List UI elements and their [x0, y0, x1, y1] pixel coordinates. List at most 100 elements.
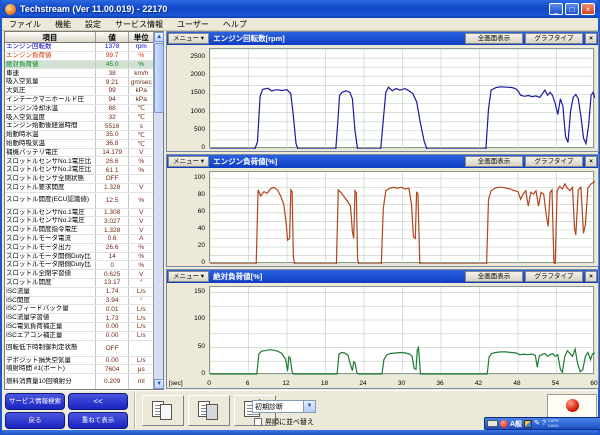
maximize-button[interactable]: □: [565, 3, 579, 15]
row-value: 0: [96, 261, 130, 269]
diagnosis-mode-dropdown[interactable]: 初期診断 ▼: [252, 400, 316, 413]
menu-item[interactable]: 設定: [78, 18, 108, 30]
menu-item[interactable]: サービス情報: [108, 18, 170, 30]
table-row[interactable]: スロットルセンサNo.2電圧比61.1%: [5, 166, 153, 175]
table-row[interactable]: エンジン回転数1378rpm: [5, 43, 153, 52]
overlay-display-button[interactable]: 重ねて表示: [68, 412, 128, 429]
menu-item[interactable]: 機能: [48, 18, 78, 30]
chart-plot-area: 020406080100: [167, 168, 598, 266]
row-unit: μs: [129, 365, 153, 373]
table-row[interactable]: エンジン始動後経過時間5516s: [5, 122, 153, 131]
row-value: 38: [96, 69, 130, 77]
table-row[interactable]: スロットルセンサ全閉状態OFF: [5, 175, 153, 184]
table-row[interactable]: スロットル全閉学習値0.625V: [5, 270, 153, 279]
sort-ascending-checkbox[interactable]: 昇順に並べ替え: [254, 417, 314, 427]
table-row[interactable]: スロットルモータ閉側Duty比0%: [5, 261, 153, 270]
chart-menu-button[interactable]: メニュー ▾: [168, 156, 209, 167]
table-row[interactable]: ISC電気負荷補正量0.00L/s: [5, 323, 153, 332]
table-row[interactable]: エンジン負荷値99.7%: [5, 52, 153, 61]
row-value: 35.0: [96, 131, 130, 139]
scroll-down-icon[interactable]: ▼: [154, 379, 164, 389]
table-row[interactable]: ISC開度3.94°: [5, 297, 153, 306]
ime-tools-icon[interactable]: [524, 420, 532, 428]
checkbox-box[interactable]: [254, 418, 262, 426]
chart-close-button[interactable]: ×: [585, 33, 597, 44]
table-row[interactable]: スロットルモータ開側Duty比14%: [5, 253, 153, 262]
table-row[interactable]: ISC流量学習値1.73L/s: [5, 314, 153, 323]
row-item-label: スロットルセンサNo.1電圧: [5, 209, 96, 217]
techstream-window: Techstream (Ver 11.00.019) - 22170 _ □ ×…: [0, 0, 600, 435]
y-axis-tick: 50: [169, 343, 205, 350]
table-row[interactable]: スロットルセンサNo.1電圧比26.6%: [5, 157, 153, 166]
data-list-view-button[interactable]: [142, 395, 184, 426]
chart-menu-button[interactable]: メニュー ▾: [168, 33, 209, 44]
chart-close-button[interactable]: ×: [585, 271, 597, 282]
table-row[interactable]: 始動時水温35.0℃: [5, 131, 153, 140]
table-row[interactable]: スロットルモータ出力26.6%: [5, 244, 153, 253]
row-value: 9.21: [96, 78, 130, 86]
table-row[interactable]: 補機バッテリ電圧14.179V: [5, 149, 153, 158]
chevron-down-icon[interactable]: ▼: [303, 401, 315, 412]
table-row[interactable]: ISCフィードバック量0.01L/s: [5, 305, 153, 314]
table-scrollbar[interactable]: ▲ ▼: [153, 32, 163, 389]
menu-item[interactable]: ユーザー: [170, 18, 216, 30]
menu-item[interactable]: ヘルプ: [216, 18, 254, 30]
scrollbar-thumb[interactable]: [154, 43, 164, 113]
ime-caps-kana[interactable]: CAPSKANA: [548, 419, 559, 428]
fullscreen-button[interactable]: 全画面表示: [465, 33, 523, 44]
ime-orb-icon[interactable]: [500, 420, 508, 428]
record-ball-icon[interactable]: [566, 399, 579, 412]
table-row[interactable]: 吸入空気温度32℃: [5, 113, 153, 122]
table-row[interactable]: スロットル開度13.17°: [5, 279, 153, 288]
snapshot-record-button[interactable]: [188, 395, 230, 426]
table-row[interactable]: デポジット損失空気量0.00L/s: [5, 357, 153, 366]
table-row[interactable]: 絶対負荷値45.0%: [5, 61, 153, 70]
table-row[interactable]: スロットル要求開度1.328V: [5, 184, 153, 193]
row-value: 3.027: [96, 217, 130, 225]
keyboard-icon[interactable]: [487, 420, 498, 427]
table-row[interactable]: スロットルモータ電流0.6A: [5, 235, 153, 244]
row-item-label: ISC流量学習値: [5, 314, 96, 322]
table-row[interactable]: 車速38km/h: [5, 69, 153, 78]
table-row[interactable]: スロットル開度(ECU認識値)12.5%: [5, 193, 153, 209]
row-value: 1378: [96, 43, 130, 51]
table-row[interactable]: スロットルセンサNo.1電圧1.308V: [5, 209, 153, 218]
collapse-button[interactable]: <<: [68, 393, 128, 410]
y-axis-tick: 2500: [169, 53, 205, 60]
close-button[interactable]: ×: [581, 3, 595, 15]
chart-menu-button[interactable]: メニュー ▾: [168, 271, 209, 282]
row-unit: V: [129, 184, 153, 192]
x-axis-tick: 54: [552, 380, 559, 387]
graph-type-button[interactable]: グラフタイプ: [525, 33, 583, 44]
table-row[interactable]: スロットル開度指令電圧1.328V: [5, 226, 153, 235]
table-row[interactable]: 吸入空気量9.21gm/sec: [5, 78, 153, 87]
table-row[interactable]: 回転低下時制御判定状態OFF: [5, 341, 153, 357]
table-row[interactable]: エンジン冷却水温88℃: [5, 105, 153, 114]
minimize-button[interactable]: _: [549, 3, 563, 15]
table-row[interactable]: 噴射時間 #1(ポート)7604μs: [5, 365, 153, 374]
chart-header: メニュー ▾ 絶対負荷値[%] 全画面表示 グラフタイプ ×: [167, 270, 598, 283]
table-row[interactable]: ISCエアコン補正量0.00L/s: [5, 332, 153, 341]
graph-type-button[interactable]: グラフタイプ: [525, 156, 583, 167]
row-item-label: 回転低下時制御判定状態: [5, 341, 96, 356]
fullscreen-button[interactable]: 全画面表示: [465, 156, 523, 167]
back-button[interactable]: 戻る: [5, 412, 65, 429]
table-row[interactable]: スロットルセンサNo.2電圧3.027V: [5, 217, 153, 226]
ime-pen-icon[interactable]: ✎: [534, 418, 540, 429]
row-item-label: 吸入空気量: [5, 78, 96, 86]
table-row[interactable]: 大気圧99kPa: [5, 87, 153, 96]
ime-help-icon[interactable]: ?: [542, 418, 546, 429]
scroll-up-icon[interactable]: ▲: [154, 32, 164, 42]
row-unit: A: [129, 235, 153, 243]
row-unit: °: [129, 279, 153, 287]
table-row[interactable]: ISC流量1.74L/s: [5, 288, 153, 297]
ime-mode-button[interactable]: A般: [510, 419, 522, 429]
chart-close-button[interactable]: ×: [585, 156, 597, 167]
menu-item[interactable]: ファイル: [2, 18, 48, 30]
fullscreen-button[interactable]: 全画面表示: [465, 271, 523, 282]
table-row[interactable]: インテークマニホールド圧94kPa: [5, 96, 153, 105]
table-row[interactable]: 燃料消費量10回噴射分0.209ml: [5, 374, 153, 389]
service-info-search-button[interactable]: サービス情報検索: [5, 393, 65, 410]
table-row[interactable]: 始動時吸気温36.8℃: [5, 140, 153, 149]
graph-type-button[interactable]: グラフタイプ: [525, 271, 583, 282]
